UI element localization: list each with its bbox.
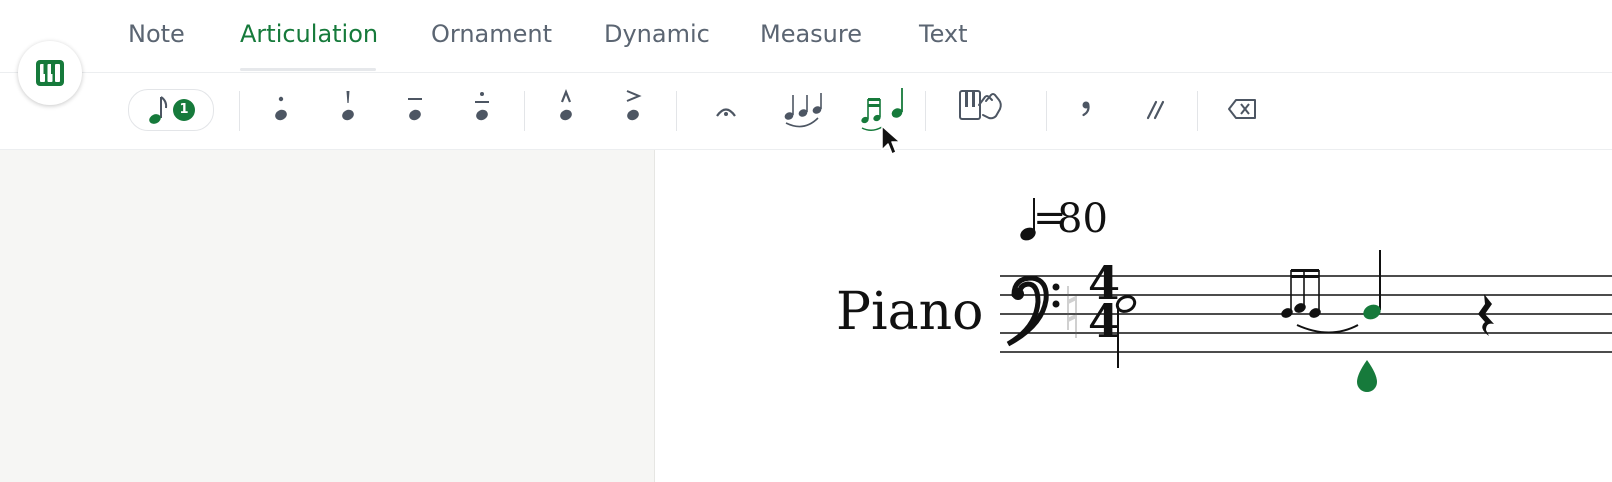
staccatissimo-button[interactable]: [322, 85, 374, 135]
accent-icon: [626, 90, 642, 121]
delete-icon: [1228, 99, 1256, 119]
active-tab-indicator: [240, 68, 376, 71]
instrument-name[interactable]: Piano: [836, 282, 983, 342]
caesura-icon: [1146, 100, 1165, 120]
quarter-rest-icon: [1478, 294, 1494, 336]
separator: [925, 91, 926, 131]
fermata-icon: [716, 108, 736, 117]
natural-sign-icon: [1067, 286, 1077, 338]
separator: [1197, 91, 1198, 131]
selection-count-badge: 1: [173, 99, 195, 121]
half-note-icon: [149, 96, 168, 124]
tab-text[interactable]: Text: [919, 20, 968, 48]
tenuto-button[interactable]: [389, 85, 441, 135]
gesture-icon: [959, 90, 1002, 120]
grace-note-group: [1281, 269, 1359, 334]
slur-button[interactable]: [778, 85, 830, 135]
breath-mark-icon: [1082, 101, 1090, 117]
tab-measure[interactable]: Measure: [760, 20, 862, 48]
staccato-button[interactable]: [255, 85, 307, 135]
mouse-cursor-icon: [881, 125, 901, 155]
score-margin-panel: [0, 150, 655, 482]
piano-keyboard-button[interactable]: [18, 41, 82, 105]
gesture-button[interactable]: [955, 85, 1007, 135]
tab-articulation[interactable]: Articulation: [240, 20, 378, 48]
tab-bar: Note Articulation Ornament Dynamic Measu…: [0, 0, 1612, 72]
accent-button[interactable]: [607, 85, 659, 135]
fermata-button[interactable]: [700, 85, 752, 135]
breath-mark-button[interactable]: [1060, 85, 1112, 135]
selection-pill[interactable]: 1: [128, 89, 214, 131]
marcato-icon: [560, 89, 572, 121]
tab-dynamic[interactable]: Dynamic: [604, 20, 710, 48]
separator: [676, 91, 677, 131]
portato-button[interactable]: [456, 85, 508, 135]
selected-quarter-note: [1363, 250, 1381, 320]
tab-ornament[interactable]: Ornament: [431, 20, 552, 48]
slur-icon: [784, 93, 822, 128]
separator: [524, 91, 525, 131]
selection-handle-icon: [1357, 360, 1377, 392]
bass-clef-icon: [1006, 275, 1060, 347]
tenuto-icon: [408, 98, 422, 121]
staccatissimo-icon: [342, 91, 354, 121]
articulation-toolbar: 1: [0, 73, 1612, 149]
time-signature-bottom: 4: [1088, 294, 1121, 348]
tempo-value: 80: [1057, 196, 1108, 242]
marcato-button[interactable]: [540, 85, 592, 135]
caesura-button[interactable]: [1129, 85, 1181, 135]
separator: [1046, 91, 1047, 131]
staccato-icon: [275, 96, 287, 121]
delete-button[interactable]: [1215, 85, 1267, 135]
piano-icon: [36, 60, 64, 86]
separator: [239, 91, 240, 131]
portato-icon: [475, 92, 489, 121]
tab-note[interactable]: Note: [128, 20, 185, 48]
